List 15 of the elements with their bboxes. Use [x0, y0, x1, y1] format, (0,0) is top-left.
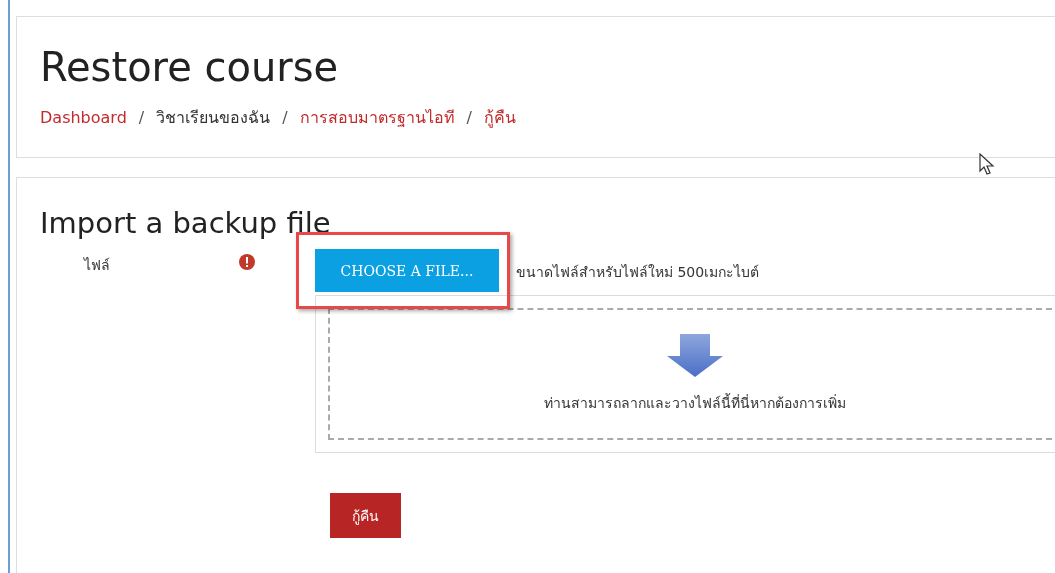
field-label: ไฟล์ [82, 256, 111, 275]
breadcrumb-separator: / [466, 108, 472, 127]
drop-zone[interactable]: ท่านสามารถลากและวางไฟล์นี้ที่นี่หากต้องการเพิ่ม [328, 308, 1055, 440]
breadcrumb-text: วิชาเรียนของฉัน [156, 107, 271, 129]
breadcrumb-link[interactable]: Dashboard [40, 108, 127, 127]
size-note: ขนาดไฟล์สำหรับไฟล์ใหม่ 500เมกะไบต์ [516, 262, 760, 282]
restore-button[interactable]: กู้คืน [330, 493, 401, 538]
breadcrumb-separator: / [282, 108, 288, 127]
section-heading: Import a backup file [40, 206, 332, 240]
breadcrumb-separator: / [138, 108, 145, 127]
breadcrumb-link[interactable]: กู้คืน [484, 105, 516, 130]
down-arrow-icon [666, 334, 724, 378]
drop-hint: ท่านสามารถลากและวางไฟล์นี้ที่นี่หากต้องการเพิ่ม [544, 392, 846, 413]
page-title: Restore course [40, 43, 340, 91]
breadcrumb-link[interactable]: การสอบมาตรฐานไอที [299, 105, 455, 130]
